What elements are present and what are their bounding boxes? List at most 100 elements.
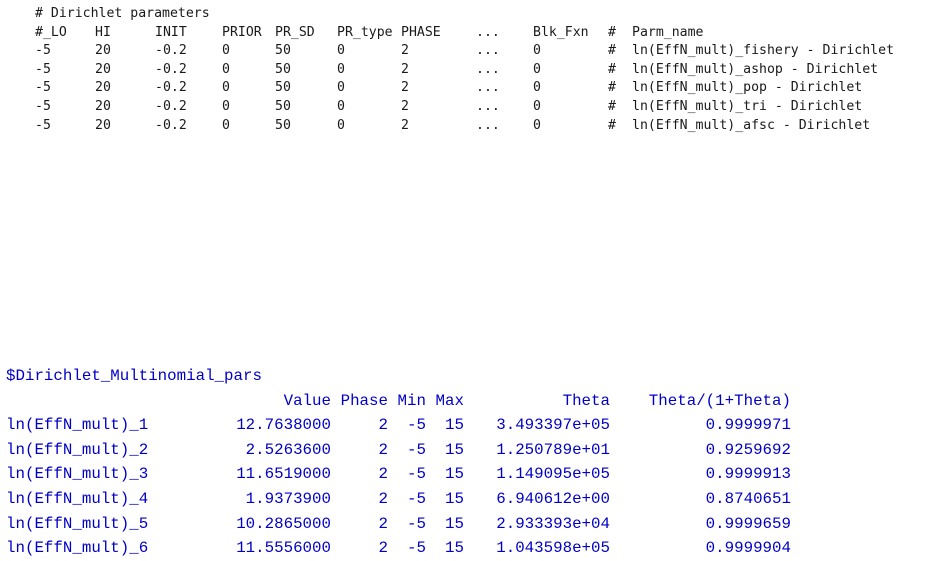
table-cell: 1.043598e+05 [496,539,610,558]
table-cell: 12.7638000 [236,416,331,435]
table-cell: 2 [378,416,388,435]
table-cell: -5 [35,43,51,59]
table-cell: -5 [35,80,51,96]
table-cell: ln(EffN_mult)_fishery - Dirichlet [632,43,895,59]
table-cell: 1.9373900 [245,489,331,508]
header-cell: PHASE [401,24,441,40]
table-cell: ln(EffN_mult)_5 [6,514,149,533]
table-cell: 15 [445,489,464,508]
table-cell: 0.8740651 [705,489,791,508]
table-cell: 6.940612e+00 [496,489,610,508]
table-cell: -5 [407,440,426,459]
table-cell: # [608,61,616,77]
table-cell: ln(EffN_mult)_6 [6,539,149,558]
table-cell: 15 [445,514,464,533]
table-cell: # [608,43,616,59]
table-cell: -0.2 [155,80,187,96]
header-cell: INIT [155,24,187,40]
table-cell: 0 [533,117,541,133]
table-cell: 2 [378,465,388,484]
table-cell: ln(EffN_mult)_1 [6,416,149,435]
table-cell: 11.5556000 [236,539,331,558]
table-cell: 2.933393e+04 [496,514,610,533]
table-cell: -0.2 [155,61,187,77]
table-row: ln(EffN_mult)_6 11.5556000 2 -5 15 1.043… [6,536,791,561]
table-cell: 15 [445,416,464,435]
table-row: ln(EffN_mult)_2 2.5263600 2 -5 15 1.2507… [6,438,791,463]
table-cell: ... [476,80,500,96]
table-cell: ln(EffN_mult)_pop - Dirichlet [632,80,863,96]
table-cell: ln(EffN_mult)_tri - Dirichlet [632,98,863,114]
table-cell: 15 [445,465,464,484]
table-cell: -5 [407,514,426,533]
header-cell: Value [283,391,331,410]
table-cell: 2 [378,440,388,459]
table-cell: 50 [275,117,291,133]
table-cell: 2.5263600 [245,440,331,459]
header-cell: Theta [562,391,610,410]
header-cell: Theta/(1+Theta) [648,391,791,410]
table-cell: 11.6519000 [236,465,331,484]
table-row: -5 20 -0.2 0 50 0 2 ... 0 # ln(EffN_mult… [35,42,922,61]
table-cell: 20 [95,117,111,133]
r-output-title: $Dirichlet_Multinomial_pars [6,367,262,385]
table-cell: 15 [445,440,464,459]
table-cell: 2 [378,489,388,508]
header-cell: HI [95,24,111,40]
table-cell: 0.9999904 [705,539,791,558]
r-console-output: $Dirichlet_Multinomial_pars Value Phase … [6,364,791,561]
table-cell: 0 [533,98,541,114]
table-row: ln(EffN_mult)_5 10.2865000 2 -5 15 2.933… [6,512,791,537]
table-cell: 0 [222,117,230,133]
table-cell: # [608,117,616,133]
header-cell: Phase [340,391,388,410]
table-cell: ln(EffN_mult)_afsc - Dirichlet [632,117,871,133]
table-cell: 0 [337,117,345,133]
table-cell: -5 [35,98,51,114]
header-cell: #_LO [35,24,67,40]
table-cell: 1.250789e+01 [496,440,610,459]
table-cell: 0 [337,43,345,59]
table-cell: 0 [533,61,541,77]
table-row: ln(EffN_mult)_4 1.9373900 2 -5 15 6.9406… [6,487,791,512]
table-cell: ln(EffN_mult)_ashop - Dirichlet [632,61,879,77]
table-row: ln(EffN_mult)_1 12.7638000 2 -5 15 3.493… [6,413,791,438]
table-row: ln(EffN_mult)_3 11.6519000 2 -5 15 1.149… [6,462,791,487]
table-cell: 0 [337,61,345,77]
table-cell: # [608,80,616,96]
table-cell: 20 [95,80,111,96]
table-cell: ... [476,117,500,133]
table-cell: 0 [337,80,345,96]
table-cell: -5 [407,416,426,435]
header-cell: Blk_Fxn [533,24,589,40]
ctl-parameter-table: #_LO HI INIT PRIOR PR_SD PR_type PHASE .… [35,24,922,136]
r-header-row: Value Phase Min Max Theta Theta/(1+Theta… [6,389,791,414]
table-cell: ln(EffN_mult)_2 [6,440,149,459]
table-cell: -5 [407,539,426,558]
header-cell: Parm_name [632,24,704,40]
header-cell: PRIOR [222,24,262,40]
table-cell: 2 [401,61,409,77]
table-cell: -5 [407,465,426,484]
ctl-comment: # Dirichlet parameters [35,6,210,21]
table-cell: -0.2 [155,117,187,133]
table-cell: 20 [95,98,111,114]
table-cell: 2 [401,80,409,96]
header-cell: ... [476,24,500,40]
table-cell: -5 [35,117,51,133]
table-cell: 3.493397e+05 [496,416,610,435]
table-cell: 2 [401,43,409,59]
table-cell: 0 [222,80,230,96]
table-cell: ... [476,98,500,114]
table-cell: 2 [401,98,409,114]
table-cell: 50 [275,43,291,59]
table-cell: 0 [533,43,541,59]
table-cell: 2 [401,117,409,133]
table-cell: ln(EffN_mult)_3 [6,465,149,484]
table-cell: 0.9259692 [705,440,791,459]
table-cell: 0.9999659 [705,514,791,533]
table-cell: -5 [407,489,426,508]
table-cell: ... [476,43,500,59]
ctl-file-excerpt: # Dirichlet parameters #_LO HI INIT PRIO… [35,5,922,135]
table-cell: 1.149095e+05 [496,465,610,484]
